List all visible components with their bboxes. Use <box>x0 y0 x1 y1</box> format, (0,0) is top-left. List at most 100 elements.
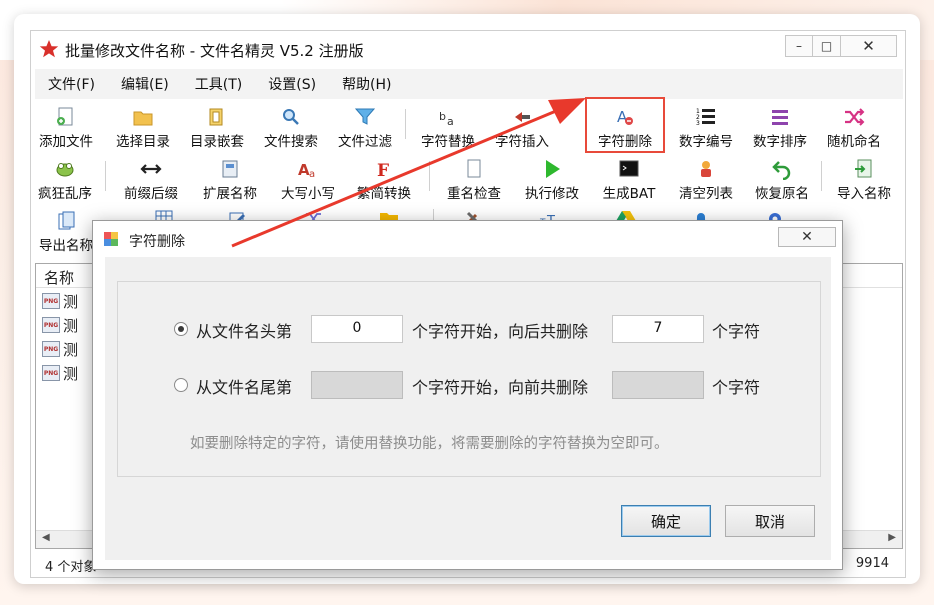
broom-icon <box>701 161 711 177</box>
svg-text:a: a <box>309 169 315 180</box>
list-item[interactable]: PNG 测 <box>42 338 78 360</box>
nested-folder-icon <box>209 108 223 126</box>
undo-icon <box>772 161 791 180</box>
head-start-input[interactable]: 0 <box>311 315 403 343</box>
list-item[interactable]: PNG 测 <box>42 314 78 336</box>
scroll-left-icon[interactable]: ◀ <box>42 532 50 543</box>
add-file-icon <box>57 107 73 126</box>
play-icon <box>546 160 560 178</box>
tool-dup-check[interactable]: 重名检查 <box>439 155 509 205</box>
tool-char-replace[interactable]: ba 字符替换 <box>415 103 481 153</box>
minimize-button[interactable]: – <box>785 35 813 57</box>
char-delete-icon: A <box>617 108 633 126</box>
dialog-close-button[interactable]: ✕ <box>778 227 836 247</box>
png-file-icon: PNG <box>42 317 60 333</box>
tool-number-sort[interactable]: 数字排序 <box>747 103 813 153</box>
menu-tools[interactable]: 工具(T) <box>182 74 255 94</box>
png-file-icon: PNG <box>42 293 60 309</box>
tool-trad-simp[interactable]: F 繁简转换 <box>349 155 419 205</box>
toolbar-separator <box>429 161 430 191</box>
numbered-list-icon: 123 <box>696 108 715 127</box>
tool-case[interactable]: Aa 大写小写 <box>273 155 343 205</box>
option1-suffix-label: 个字符 <box>712 322 761 341</box>
tool-import-names[interactable]: 导入名称 <box>829 155 899 205</box>
menu-file[interactable]: 文件(F) <box>35 74 108 94</box>
tool-char-delete[interactable]: A 字符删除 <box>585 97 665 153</box>
close-icon: ✕ <box>862 37 875 55</box>
radio-from-tail[interactable] <box>174 378 188 392</box>
toolbar-separator <box>105 161 106 191</box>
frog-icon <box>56 163 74 177</box>
window-title: 批量修改文件名称 - 文件名精灵 V5.2 注册版 <box>65 42 364 60</box>
tool-number[interactable]: 123 数字编号 <box>673 103 739 153</box>
status-right-value: 9914 <box>855 556 889 571</box>
cancel-button[interactable]: 取消 <box>725 505 815 537</box>
tail-count-input[interactable] <box>612 371 704 399</box>
status-count: 4 个对象 <box>45 560 97 575</box>
tool-file-search[interactable]: 文件搜索 <box>259 103 323 153</box>
filter-icon <box>354 108 376 125</box>
toolbar-row-2: 疯狂乱序 前缀后缀 扩展名称 Aa 大写小写 F 繁简转换 重名检查 执行修改 … <box>35 155 903 205</box>
png-file-icon: PNG <box>42 365 60 381</box>
export-icon <box>58 211 75 230</box>
shuffle-icon <box>845 108 865 126</box>
maximize-icon: □ <box>820 39 833 53</box>
close-button[interactable]: ✕ <box>841 35 897 57</box>
options-group: 从文件名头第 0 个字符开始，向后共删除 7 个字符 从文件名尾第 个字符开始，… <box>117 281 821 477</box>
option2-prefix-label: 从文件名尾第 <box>196 378 293 397</box>
tool-random-name[interactable]: 随机命名 <box>821 103 887 153</box>
menu-bar: 文件(F) 编辑(E) 工具(T) 设置(S) 帮助(H) <box>35 69 903 99</box>
sort-lines-icon <box>772 110 788 125</box>
menu-settings[interactable]: 设置(S) <box>255 74 329 94</box>
option2-mid-label: 个字符开始，向前共删除 <box>412 378 589 397</box>
svg-text:a: a <box>447 115 454 128</box>
close-icon: ✕ <box>801 229 813 245</box>
radio-from-head[interactable] <box>174 322 188 336</box>
doc-check-icon <box>467 159 481 178</box>
option2-suffix-label: 个字符 <box>712 378 761 397</box>
tool-export-names[interactable]: 导出名称 <box>33 207 99 257</box>
tool-clear-list[interactable]: 清空列表 <box>671 155 741 205</box>
tool-execute[interactable]: 执行修改 <box>517 155 587 205</box>
tool-generate-bat[interactable]: 生成BAT <box>593 155 665 205</box>
menu-edit[interactable]: 编辑(E) <box>108 74 182 94</box>
maximize-button[interactable]: □ <box>813 35 841 57</box>
list-item[interactable]: PNG 测 <box>42 290 78 312</box>
head-count-input[interactable]: 7 <box>612 315 704 343</box>
tool-add-file[interactable]: 添加文件 <box>33 103 99 153</box>
toolbar-separator <box>821 161 822 191</box>
search-icon <box>283 109 299 125</box>
tail-start-input[interactable] <box>311 371 403 399</box>
hint-text: 如要删除特定的字符，请使用替换功能，将需要删除的字符替换为空即可。 <box>190 436 669 452</box>
minimize-icon: – <box>796 39 802 53</box>
dialog-app-icon <box>104 232 118 246</box>
tool-restore-name[interactable]: 恢复原名 <box>747 155 817 205</box>
option1-prefix-label: 从文件名头第 <box>196 322 293 341</box>
import-icon <box>855 159 872 178</box>
folder-open-icon <box>133 111 153 126</box>
dialog-title-bar[interactable]: 字符删除 ✕ <box>93 221 842 257</box>
case-icon: Aa <box>298 161 315 180</box>
double-arrow-icon <box>140 164 162 174</box>
option1-mid-label: 个字符开始，向后共删除 <box>412 322 589 341</box>
menu-help[interactable]: 帮助(H) <box>329 74 404 94</box>
dialog-body: 从文件名头第 0 个字符开始，向后共删除 7 个字符 从文件名尾第 个字符开始，… <box>105 257 831 560</box>
tool-nested-dir[interactable]: 目录嵌套 <box>185 103 249 153</box>
char-replace-icon: ba <box>439 110 454 128</box>
star-icon <box>39 40 59 58</box>
list-item[interactable]: PNG 测 <box>42 362 78 384</box>
tool-char-insert[interactable]: 字符插入 <box>489 103 555 153</box>
png-file-icon: PNG <box>42 341 60 357</box>
dialog-title: 字符删除 <box>129 234 185 250</box>
tool-extension[interactable]: 扩展名称 <box>195 155 265 205</box>
tool-prefix-suffix[interactable]: 前缀后缀 <box>115 155 187 205</box>
column-name-header[interactable]: 名称 <box>44 267 74 288</box>
font-f-icon: F <box>377 161 389 180</box>
title-bar[interactable]: 批量修改文件名称 - 文件名精灵 V5.2 注册版 – □ ✕ <box>31 31 907 67</box>
scroll-right-icon[interactable]: ▶ <box>888 532 896 543</box>
drive-icon <box>222 160 238 178</box>
ok-button[interactable]: 确定 <box>621 505 711 537</box>
tool-select-dir[interactable]: 选择目录 <box>111 103 175 153</box>
tool-file-filter[interactable]: 文件过滤 <box>333 103 397 153</box>
tool-crazy-shuffle[interactable]: 疯狂乱序 <box>33 155 97 205</box>
